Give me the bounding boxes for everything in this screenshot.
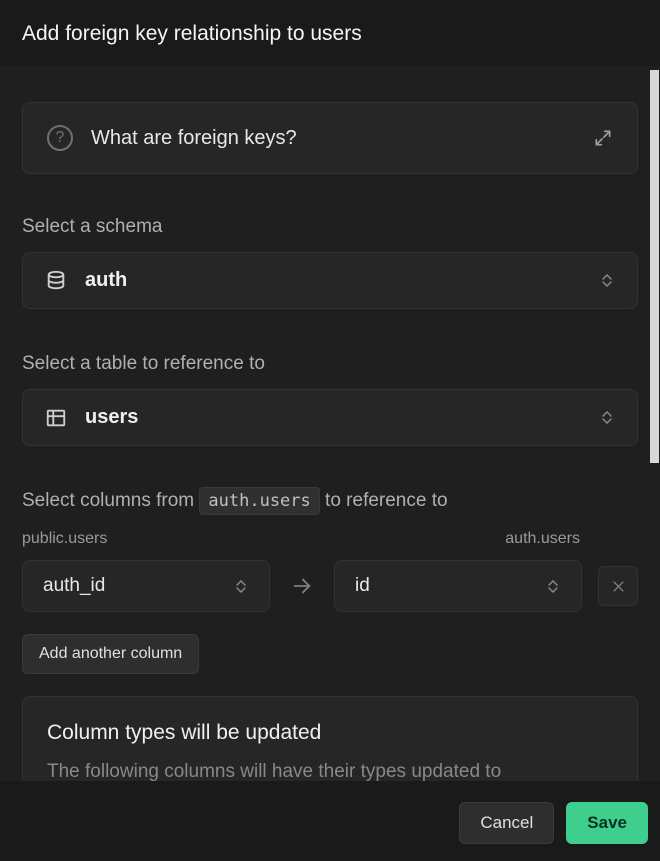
table-icon — [45, 407, 67, 429]
schema-select[interactable]: auth — [22, 252, 638, 309]
source-column-value: auth_id — [43, 575, 105, 597]
foreign-keys-info-card[interactable]: ? What are foreign keys? — [22, 102, 638, 174]
table-label: Select a table to reference to — [22, 353, 638, 375]
help-icon: ? — [47, 125, 73, 151]
target-table-label: auth.users — [505, 530, 580, 548]
target-column-value: id — [355, 575, 370, 597]
update-card-text: The following columns will have their ty… — [47, 759, 613, 781]
arrow-right-icon — [286, 575, 318, 597]
target-column-select[interactable]: id — [334, 560, 582, 612]
schema-value: auth — [85, 269, 581, 292]
source-table-label: public.users — [22, 530, 107, 548]
columns-label-suffix: to reference to — [325, 490, 448, 511]
columns-label-prefix: Select columns from — [22, 490, 194, 511]
table-select[interactable]: users — [22, 389, 638, 446]
cancel-button[interactable]: Cancel — [459, 802, 554, 844]
scrollbar[interactable] — [650, 70, 659, 463]
columns-label: Select columns from auth.users to refere… — [22, 490, 638, 512]
chevron-updown-icon — [599, 270, 615, 292]
source-column-select[interactable]: auth_id — [22, 560, 270, 612]
chevron-updown-icon — [599, 407, 615, 429]
column-types-update-card: Column types will be updated The followi… — [22, 696, 638, 781]
chevron-updown-icon — [233, 575, 249, 597]
remove-column-button[interactable] — [598, 566, 638, 606]
dialog-footer: Cancel Save — [0, 785, 660, 861]
add-column-button[interactable]: Add another column — [22, 634, 199, 674]
table-value: users — [85, 406, 581, 429]
columns-label-code: auth.users — [199, 487, 319, 515]
dialog-header: Add foreign key relationship to users — [0, 0, 660, 66]
dialog-title: Add foreign key relationship to users — [22, 22, 638, 46]
dialog-content: ? What are foreign keys? Select a schema… — [0, 66, 660, 781]
chevron-updown-icon — [545, 575, 561, 597]
save-button[interactable]: Save — [566, 802, 648, 844]
database-icon — [45, 270, 67, 292]
columns-section: Select columns from auth.users to refere… — [22, 490, 638, 674]
columns-header: public.users auth.users — [22, 530, 638, 548]
info-card-text: What are foreign keys? — [91, 127, 575, 150]
update-card-title: Column types will be updated — [47, 721, 613, 745]
column-mapping-row: auth_id id — [22, 560, 638, 612]
expand-icon — [593, 128, 613, 148]
schema-label: Select a schema — [22, 216, 638, 238]
